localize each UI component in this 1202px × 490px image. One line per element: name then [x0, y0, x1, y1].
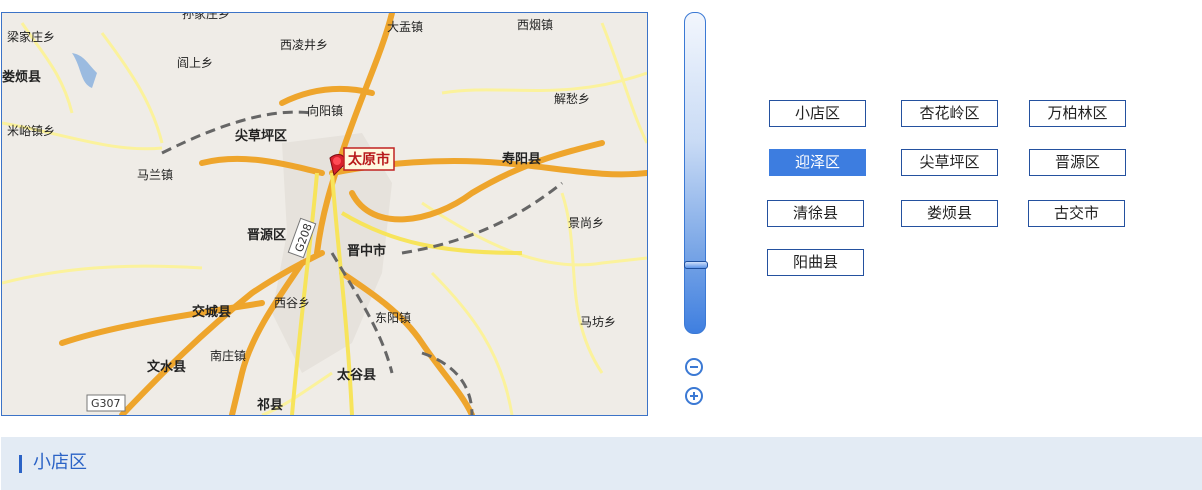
map-view[interactable]: 太原市 G208 G307 孙家庄乡 大盂镇 西烟镇 梁家庄乡 西凌井乡 娄烦县…	[1, 12, 648, 416]
place-label: 马坊乡	[580, 314, 616, 329]
place-label: 文水县	[147, 359, 186, 375]
zoom-slider[interactable]	[684, 12, 708, 334]
place-label: 米峪镇乡	[7, 124, 55, 138]
district-button[interactable]: 阳曲县	[767, 249, 864, 276]
place-label: 解愁乡	[554, 92, 590, 106]
place-label: 孙家庄乡	[182, 13, 230, 21]
road-shield-g307: G307	[86, 394, 126, 412]
place-label: 东阳镇	[375, 311, 411, 325]
place-label: 西凌井乡	[280, 38, 328, 52]
district-button[interactable]: 清徐县	[767, 200, 864, 227]
place-label: 太谷县	[336, 367, 376, 383]
selected-district-bar: 小店区	[1, 437, 1202, 490]
district-button[interactable]: 娄烦县	[901, 200, 998, 227]
district-button[interactable]: 晋源区	[1029, 149, 1126, 176]
place-label: 向阳镇	[307, 103, 343, 118]
district-button[interactable]: 古交市	[1028, 200, 1125, 227]
place-label: 阎上乡	[177, 56, 213, 70]
place-label: 西谷乡	[274, 296, 310, 310]
place-label: 景尚乡	[568, 216, 604, 230]
zoom-in-icon[interactable]	[685, 387, 703, 405]
district-button[interactable]: 尖草坪区	[901, 149, 998, 176]
place-label: 晋源区	[247, 227, 286, 243]
place-label: 寿阳县	[502, 151, 541, 167]
map-canvas[interactable]: 太原市 G208 G307 孙家庄乡 大盂镇 西烟镇 梁家庄乡 西凌井乡 娄烦县…	[2, 13, 647, 415]
district-button[interactable]: 小店区	[769, 100, 866, 127]
svg-text:G307: G307	[91, 397, 121, 410]
zoom-slider-handle[interactable]	[684, 261, 708, 270]
place-label: 西烟镇	[517, 18, 553, 32]
place-label: 祁县	[257, 397, 283, 413]
place-label: 晋中市	[347, 243, 386, 259]
place-label: 交城县	[192, 304, 231, 320]
place-label: 马兰镇	[137, 168, 173, 182]
district-button[interactable]: 迎泽区	[769, 149, 866, 176]
zoom-out-icon[interactable]	[685, 358, 703, 376]
place-label: 梁家庄乡	[7, 29, 55, 44]
city-marker-label: 太原市	[348, 151, 390, 168]
place-label: 娄烦县	[2, 69, 41, 85]
place-label: 尖草坪区	[235, 128, 287, 144]
selected-district-label: 小店区	[33, 452, 87, 473]
district-button[interactable]: 万柏林区	[1029, 100, 1126, 127]
place-label: 大盂镇	[387, 20, 423, 34]
place-label: 南庄镇	[210, 348, 246, 363]
accent-marker	[19, 455, 22, 473]
district-button[interactable]: 杏花岭区	[901, 100, 998, 127]
